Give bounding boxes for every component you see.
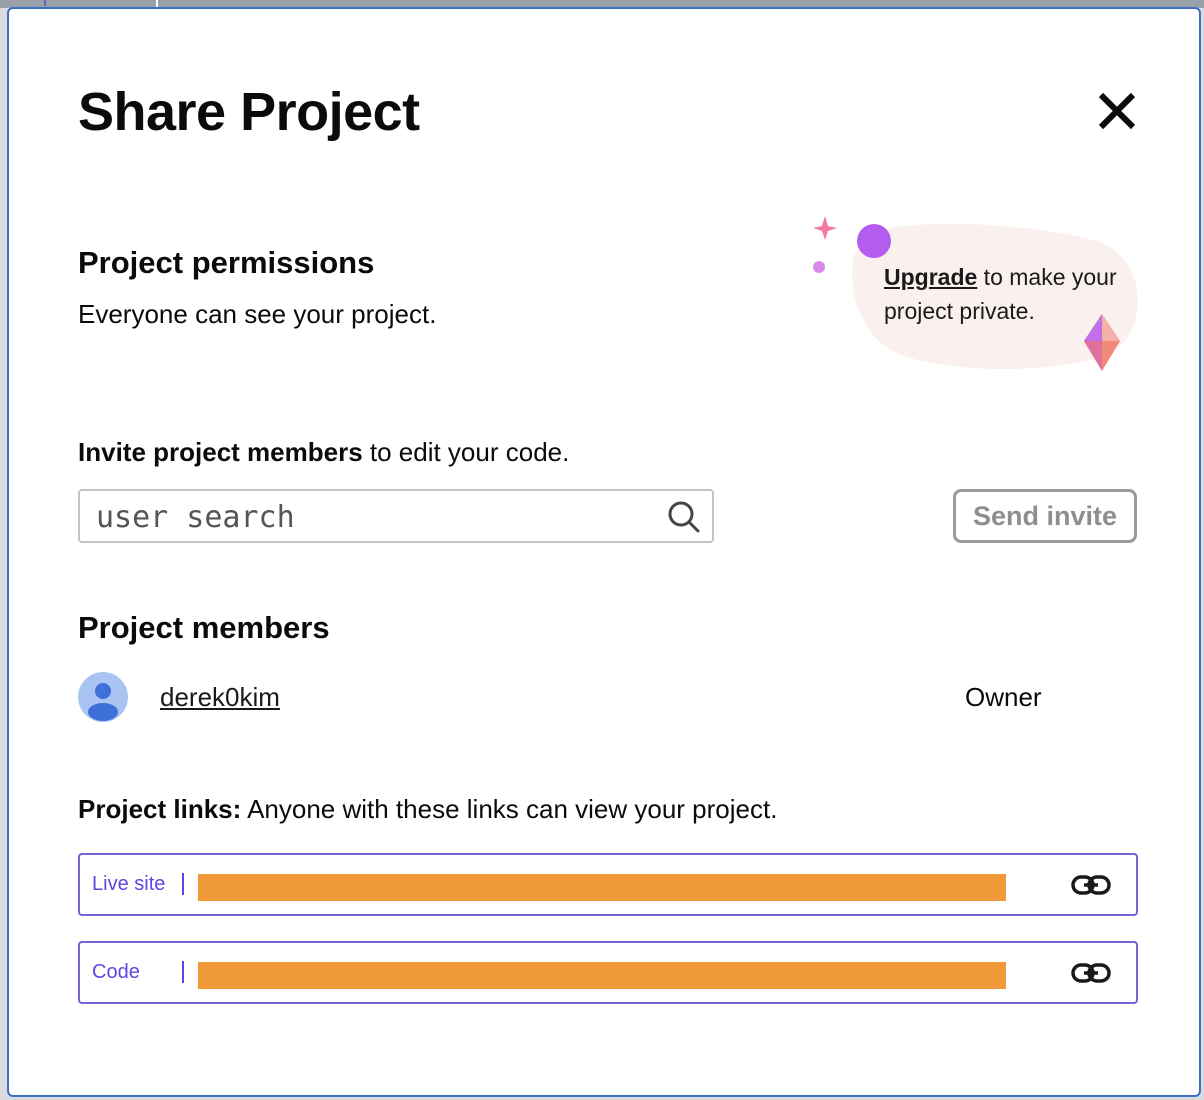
- link-icon[interactable]: [1070, 870, 1112, 900]
- redacted-url: [198, 874, 1006, 901]
- share-project-dialog: Share Project Project permissions Everyo…: [7, 7, 1201, 1097]
- upgrade-link[interactable]: Upgrade: [884, 264, 977, 290]
- search-icon[interactable]: [666, 499, 702, 535]
- invite-label-bold: Invite project members: [78, 437, 363, 467]
- permissions-heading: Project permissions: [78, 245, 375, 280]
- code-link-row: Code: [78, 941, 1138, 1004]
- member-name[interactable]: derek0kim: [160, 682, 280, 713]
- close-button[interactable]: [1097, 91, 1137, 131]
- permissions-description: Everyone can see your project.: [78, 299, 437, 329]
- member-row: derek0kim Owner: [78, 672, 1138, 724]
- links-label-bold: Project links:: [78, 794, 242, 824]
- user-search-input[interactable]: [96, 497, 656, 537]
- link-icon[interactable]: [1070, 958, 1112, 988]
- members-heading: Project members: [78, 610, 330, 645]
- live-site-link-row: Live site: [78, 853, 1138, 916]
- dialog-title: Share Project: [78, 82, 420, 142]
- live-site-tag: Live site: [92, 873, 166, 895]
- link-divider: [182, 873, 184, 895]
- purple-dot: [857, 224, 891, 258]
- member-role: Owner: [965, 682, 1042, 712]
- avatar: [78, 672, 128, 722]
- links-label: Project links: Anyone with these links c…: [78, 794, 777, 825]
- user-search-box: [78, 489, 714, 543]
- link-divider: [182, 961, 184, 983]
- send-invite-button[interactable]: Send invite: [953, 489, 1137, 543]
- strip-tick: [44, 0, 66, 6]
- code-tag: Code: [92, 961, 140, 983]
- close-icon: [1098, 92, 1136, 130]
- links-label-rest: Anyone with these links can view your pr…: [241, 794, 778, 824]
- upgrade-card: Upgrade to make your project private.: [799, 204, 1144, 374]
- sparkle-icon: [813, 216, 837, 240]
- redacted-url: [198, 962, 1006, 989]
- invite-label: Invite project members to edit your code…: [78, 437, 569, 468]
- invite-label-rest: to edit your code.: [362, 437, 570, 467]
- pink-dot: [813, 261, 825, 273]
- upgrade-message: Upgrade to make your project private.: [884, 260, 1140, 328]
- user-avatar-icon: [88, 683, 118, 721]
